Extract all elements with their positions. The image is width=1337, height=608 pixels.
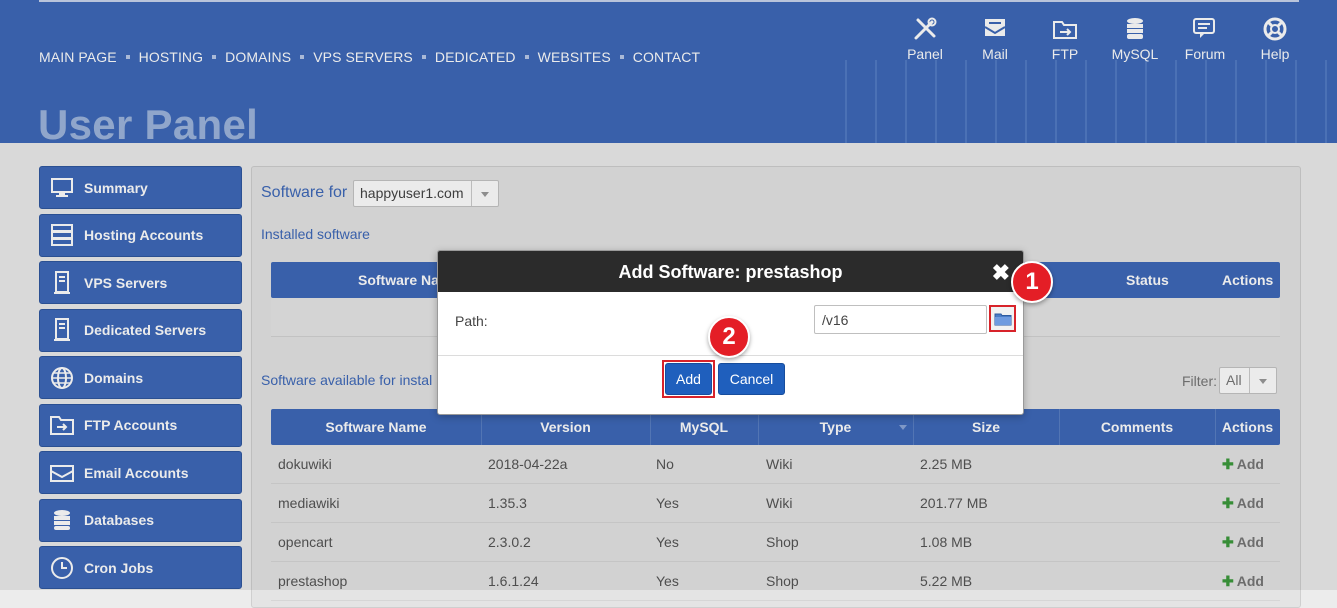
dialog-title: Add Software: prestashop — [618, 262, 843, 282]
step-callout-1: 1 — [1011, 261, 1053, 303]
close-icon[interactable]: ✖ — [992, 252, 1010, 294]
path-label: Path: — [455, 313, 488, 329]
browse-folder-button[interactable] — [989, 305, 1016, 332]
folder-icon — [994, 313, 1011, 325]
add-button[interactable]: Add — [665, 363, 712, 395]
cancel-button[interactable]: Cancel — [718, 363, 785, 395]
dialog-header: Add Software: prestashop ✖ — [438, 251, 1023, 292]
step-callout-2: 2 — [708, 316, 750, 358]
path-input[interactable] — [814, 305, 987, 334]
